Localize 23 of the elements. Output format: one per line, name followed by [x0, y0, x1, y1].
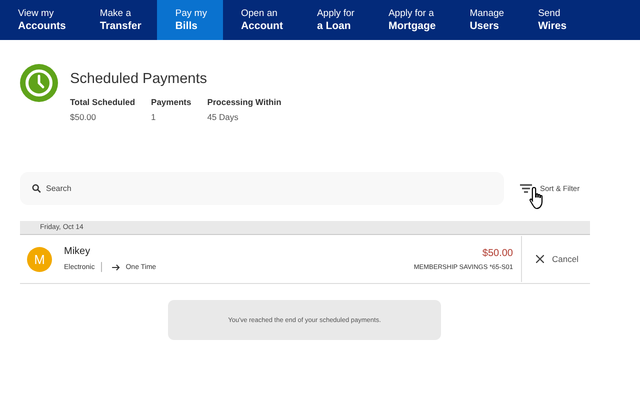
- payee-avatar: M: [27, 246, 52, 272]
- nav-tab[interactable]: Apply for a Loan: [298, 0, 370, 40]
- stat-label: Processing Within: [207, 97, 282, 107]
- stat-label: Payments: [151, 97, 192, 107]
- nav-tab[interactable]: Manage Users: [452, 0, 520, 40]
- arrow-icon: [112, 264, 120, 270]
- page-title: Scheduled Payments: [70, 71, 208, 87]
- nav-tab[interactable]: Open an Account: [222, 0, 299, 40]
- stat-value: $50.00: [70, 112, 97, 122]
- nav-tab[interactable]: Pay my Bills: [157, 0, 223, 40]
- nav-tab[interactable]: Make a Transfer: [82, 0, 158, 40]
- nav-tab[interactable]: Apply for a Mortgage: [370, 0, 452, 40]
- nav-tab[interactable]: View my Accounts: [0, 0, 82, 40]
- stat-value: 45 Days: [207, 112, 240, 122]
- nav-tab[interactable]: Send Wires: [520, 0, 583, 40]
- payment-amount: $50.00: [482, 248, 513, 258]
- stat-value: 1: [151, 112, 157, 122]
- close-icon: [536, 255, 544, 263]
- filter-icon: [520, 184, 532, 193]
- search-field[interactable]: Search: [20, 172, 504, 205]
- stat-label: Total Scheduled: [70, 97, 136, 107]
- clock-icon: [20, 64, 58, 102]
- payee-name: Mikey: [64, 246, 92, 257]
